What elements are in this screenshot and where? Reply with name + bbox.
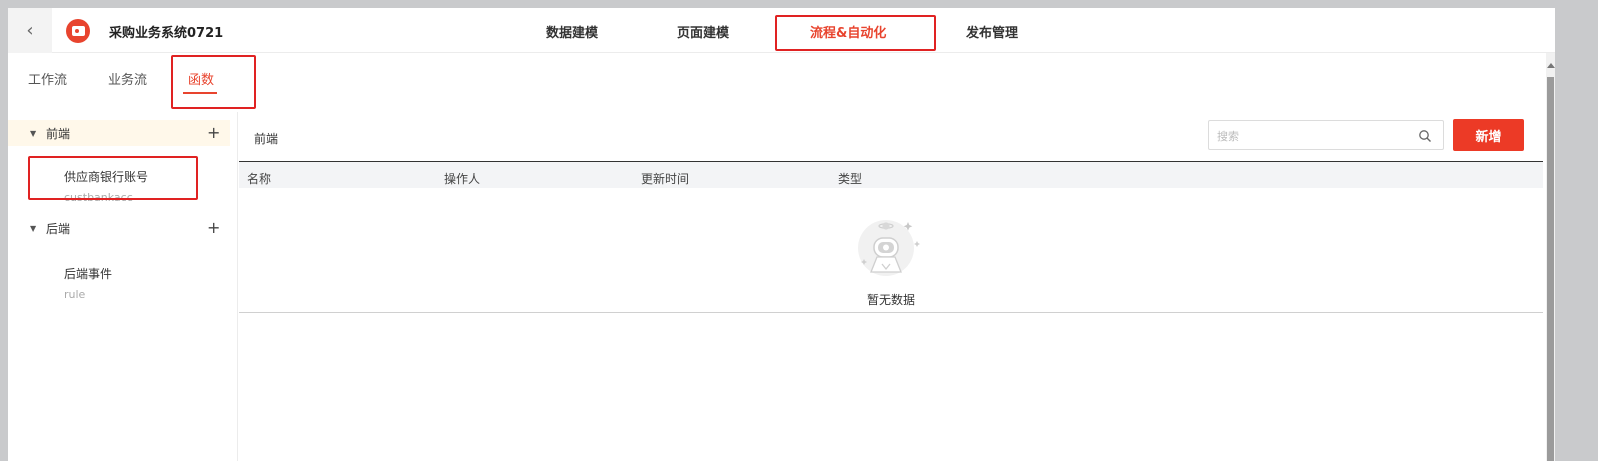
function-name: 后端事件 (64, 267, 113, 281)
column-header-operator: 操作人 (444, 172, 481, 186)
table-header: 名称 操作人 更新时间 类型 (239, 162, 1543, 188)
scroll-up-icon[interactable] (1547, 63, 1555, 68)
column-header-name: 名称 (247, 172, 272, 186)
empty-text: 暂无数据 (866, 293, 915, 307)
add-icon[interactable]: + (207, 125, 220, 141)
highlight-box-item (28, 156, 198, 200)
nav-publish-management[interactable]: 发布管理 (966, 22, 1018, 41)
scroll-thumb[interactable] (1547, 77, 1554, 461)
empty-state: 暂无数据 (239, 188, 1543, 312)
caret-down-icon[interactable]: ▼ (30, 129, 36, 138)
function-list-panel: 前端 新增 名称 操作人 更新时间 类型 (239, 112, 1543, 461)
tree-group-frontend[interactable]: ▼ 前端 + (8, 120, 230, 146)
highlight-box-nav (775, 15, 936, 51)
nav-data-modeling[interactable]: 数据建模 (546, 22, 598, 41)
nav-page-modeling[interactable]: 页面建模 (677, 22, 729, 41)
search-icon[interactable] (1418, 129, 1432, 143)
table-bottom-divider (239, 312, 1543, 313)
empty-astronaut-icon (858, 220, 920, 276)
add-icon[interactable]: + (207, 220, 220, 236)
tab-workflow[interactable]: 工作流 (28, 69, 67, 88)
vertical-scrollbar[interactable] (1546, 53, 1555, 461)
sub-tabs: 工作流 业务流 函数 (8, 53, 1590, 112)
add-new-button[interactable]: 新增 (1453, 119, 1524, 151)
column-header-type: 类型 (838, 172, 863, 186)
function-tree-sidebar: ▼ 前端 + 供应商银行账号 custbankacc ▼ 后端 + 后端事件 r… (8, 112, 238, 461)
group-label: 前端 (46, 126, 71, 141)
tree-item-rule[interactable]: 后端事件 rule (64, 265, 112, 301)
window-gutter (1555, 8, 1590, 461)
group-label: 后端 (46, 221, 71, 236)
tab-businessflow[interactable]: 业务流 (108, 69, 147, 88)
search-box[interactable] (1208, 120, 1444, 150)
function-code: rule (64, 288, 86, 301)
highlight-box-tab (171, 55, 256, 109)
search-input[interactable] (1217, 127, 1407, 145)
caret-down-icon[interactable]: ▼ (30, 224, 36, 233)
top-header: ‹ 采购业务系统0721 数据建模 页面建模 流程&自动化 发布管理 (8, 8, 1590, 53)
app-window: ‹ 采购业务系统0721 数据建模 页面建模 流程&自动化 发布管理 工作流 业… (8, 8, 1590, 461)
column-header-updated: 更新时间 (641, 172, 690, 186)
tree-group-backend[interactable]: ▼ 后端 + (8, 215, 230, 241)
panel-title: 前端 (254, 132, 279, 146)
